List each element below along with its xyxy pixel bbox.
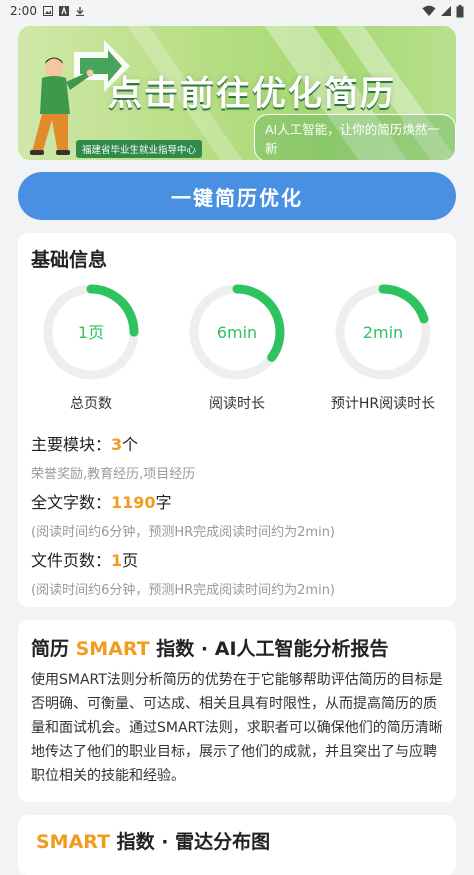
smart-title-prefix: 简历	[31, 638, 76, 660]
gauge-row: 1页 总页数 6min 阅读时长 2min 预计HR阅读时长	[18, 283, 456, 413]
word-count-label: 全文字数：	[31, 493, 112, 512]
modules-info: 主要模块：3个 荣誉奖励,教育经历,项目经历	[31, 431, 443, 482]
page-count-line: 文件页数：1页	[31, 547, 443, 571]
image-icon	[42, 6, 53, 16]
page-count-detail: (阅读时间约6分钟，预测HR完成阅读时间约为2min)	[31, 583, 336, 598]
gauge-value: 2min	[363, 323, 403, 342]
modules-unit: 个	[122, 435, 139, 454]
gauge-label: 阅读时长	[209, 396, 265, 412]
word-count-detail: (阅读时间约6分钟，预测HR完成阅读时间约为2min)	[31, 525, 336, 540]
radar-title: SMART 指数 · 雷达分布图	[36, 827, 270, 854]
gauge-ring: 1页	[43, 284, 139, 380]
signal-icon	[441, 6, 451, 16]
basic-info-title: 基础信息	[31, 249, 108, 271]
smart-title-highlight: SMART	[75, 638, 150, 660]
wifi-icon	[422, 5, 436, 16]
banner-subtitle: AI人工智能，让你的简历焕然一新	[254, 114, 456, 160]
radar-card: SMART 指数 · 雷达分布图	[18, 815, 456, 875]
gauge-total-pages: 1页 总页数	[18, 283, 164, 413]
gauge-ring: 6min	[189, 284, 285, 380]
basic-info-card: 基础信息 1页 总页数 6min 阅读时长 2min 预计HR阅读时长 主要模块…	[18, 233, 456, 607]
word-count-unit: 字	[155, 493, 172, 512]
banner-org-label: 福建省毕业生就业指导中心	[76, 140, 203, 158]
gauge-hr-reading-time: 2min 预计HR阅读时长	[310, 283, 456, 413]
download-icon	[75, 7, 84, 16]
word-count-value: 1190	[111, 493, 156, 512]
gauge-value: 6min	[217, 323, 257, 342]
gauge-label: 总页数	[70, 396, 112, 412]
modules-detail: 荣誉奖励,教育经历,项目经历	[31, 467, 196, 482]
page-count-info: 文件页数：1页 (阅读时间约6分钟，预测HR完成阅读时间约为2min)	[31, 547, 443, 598]
page-count-unit: 页	[122, 551, 139, 570]
optimize-banner[interactable]: 点击前往优化简历 AI人工智能，让你的简历焕然一新 福建省毕业生就业指导中心	[18, 26, 456, 160]
modules-label: 主要模块：	[31, 435, 112, 454]
smart-report-body: 使用SMART法则分析简历的优势在于它能够帮助评估简历的目标是否明确、可衡量、可…	[31, 672, 443, 784]
gauge-ring: 2min	[335, 284, 431, 380]
word-count-line: 全文字数：1190字	[31, 489, 443, 513]
smart-report-title: 简历 SMART 指数 · AI人工智能分析报告	[31, 634, 389, 661]
radar-title-highlight: SMART	[36, 831, 111, 853]
banner-title: 点击前往优化简历	[108, 74, 396, 114]
status-bar: 2:00	[0, 0, 474, 22]
modules-line: 主要模块：3个	[31, 431, 443, 455]
gauge-reading-time: 6min 阅读时长	[164, 283, 310, 413]
page-count-label: 文件页数：	[31, 551, 112, 570]
smart-title-suffix: 指数 · AI人工智能分析报告	[149, 638, 389, 660]
word-count-info: 全文字数：1190字 (阅读时间约6分钟，预测HR完成阅读时间约为2min)	[31, 489, 443, 540]
modules-count: 3	[111, 435, 123, 454]
smart-report-card: 简历 SMART 指数 · AI人工智能分析报告 使用SMART法则分析简历的优…	[18, 620, 456, 802]
optimize-resume-button[interactable]: 一键简历优化	[18, 172, 456, 220]
page-count-value: 1	[111, 551, 123, 570]
gauge-value: 1页	[78, 323, 104, 342]
status-left: 2:00	[10, 4, 85, 18]
gauge-label: 预计HR阅读时长	[330, 396, 436, 412]
radar-title-suffix: 指数 · 雷达分布图	[110, 831, 271, 853]
status-time: 2:00	[10, 4, 37, 18]
status-right	[422, 4, 464, 18]
battery-icon	[456, 4, 464, 17]
text-icon	[58, 6, 69, 16]
